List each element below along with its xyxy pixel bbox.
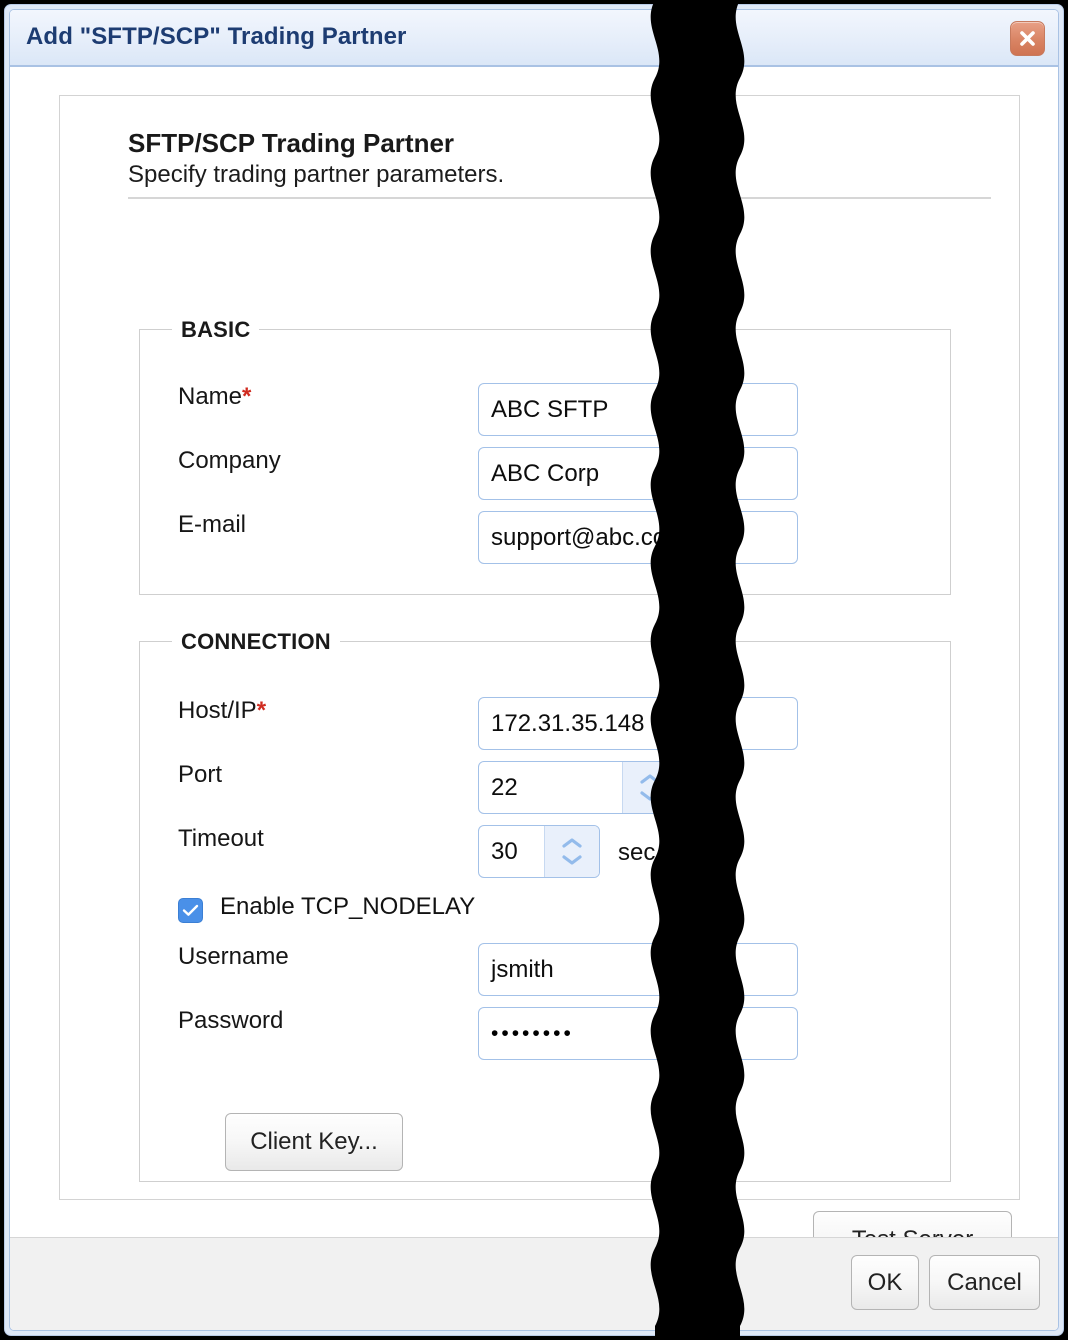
panel-subheading: Specify trading partner parameters. (128, 160, 505, 188)
dialog-footer: OK Cancel (10, 1237, 1058, 1330)
label-password: Password (178, 1007, 284, 1034)
input-port[interactable]: 22 (478, 761, 678, 814)
content-panel: SFTP/SCP Trading Partner Specify trading… (59, 95, 1020, 1269)
input-company[interactable]: ABC Corp (478, 447, 798, 500)
input-name-value: ABC SFTP (491, 395, 609, 423)
input-password[interactable]: •••••••• (478, 1007, 798, 1060)
input-hostip[interactable]: 172.31.35.148 (478, 697, 798, 750)
input-email[interactable]: support@abc.com (478, 511, 798, 564)
input-name[interactable]: ABC SFTP (478, 383, 798, 436)
label-port: Port (178, 761, 223, 788)
client-key-button[interactable]: Client Key... (225, 1113, 403, 1171)
label-username: Username (178, 943, 289, 970)
checkmark-icon (182, 904, 199, 916)
label-company: Company (178, 447, 281, 474)
chevron-up-icon (562, 838, 582, 848)
input-company-value: ABC Corp (491, 459, 600, 487)
fieldset-connection-legend: CONNECTION (172, 629, 340, 655)
close-icon (1020, 31, 1035, 46)
input-username-value: jsmith (491, 955, 554, 983)
fieldset-basic-legend: BASIC (172, 317, 260, 343)
label-email: E-mail (178, 511, 247, 538)
dialog-inner: Add "SFTP/SCP" Trading Partner SFTP/SCP … (9, 9, 1059, 1331)
panel-heading: SFTP/SCP Trading Partner (128, 128, 455, 158)
required-marker: * (256, 697, 267, 724)
timeout-spinner[interactable] (544, 826, 599, 877)
input-password-value: •••••••• (491, 1021, 574, 1045)
input-hostip-value: 172.31.35.148 (491, 709, 645, 737)
input-email-value: support@abc.com (491, 523, 687, 551)
label-timeout: Timeout (178, 825, 264, 852)
input-timeout-value: 30 (491, 837, 518, 865)
panel-header: SFTP/SCP Trading Partner Specify trading… (128, 128, 991, 200)
chevron-down-icon (640, 791, 660, 801)
port-spinner[interactable] (622, 762, 677, 813)
input-username[interactable]: jsmith (478, 943, 798, 996)
dialog-window: Add "SFTP/SCP" Trading Partner SFTP/SCP … (4, 4, 1064, 1336)
chevron-up-icon (640, 774, 660, 784)
dialog-title: Add "SFTP/SCP" Trading Partner (26, 23, 407, 50)
cancel-button[interactable]: Cancel (929, 1255, 1040, 1310)
label-enable-tcp-nodelay: Enable TCP_NODELAY (220, 893, 476, 920)
ok-button[interactable]: OK (851, 1255, 919, 1310)
title-bar: Add "SFTP/SCP" Trading Partner (10, 10, 1058, 67)
dialog-body: SFTP/SCP Trading Partner Specify trading… (10, 67, 1058, 1269)
label-name: Name* (178, 383, 252, 410)
input-port-value: 22 (491, 773, 518, 801)
fieldset-basic: BASIC Name* ABC SFTP Company ABC Corp E-… (139, 317, 951, 595)
header-divider (128, 197, 991, 200)
label-hostip: Host/IP* (178, 697, 267, 724)
chevron-down-icon (562, 855, 582, 865)
input-timeout[interactable]: 30 (478, 825, 600, 878)
fieldset-connection: CONNECTION Host/IP* 172.31.35.148 Port 2… (139, 629, 951, 1182)
close-button[interactable] (1010, 21, 1045, 56)
checkbox-enable-tcp-nodelay[interactable] (178, 898, 203, 923)
required-marker: * (242, 383, 252, 410)
timeout-unit-label: sec (618, 839, 656, 866)
